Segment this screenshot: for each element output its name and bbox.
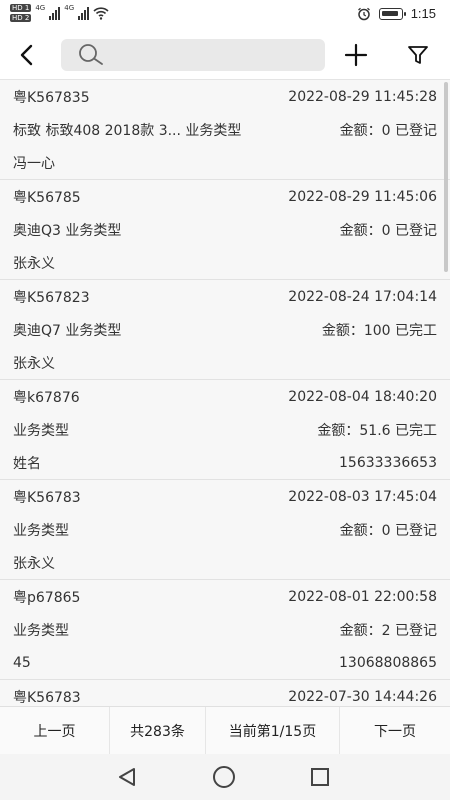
amount-status: 金额：0 已登记	[339, 523, 437, 539]
filter-icon	[408, 46, 428, 64]
list-item[interactable]: 粤p67865 2022-08-01 22:00:58 业务类型 金额：2 已登记 …	[0, 580, 450, 680]
amount-status: 金额：0 已登记	[339, 223, 437, 239]
current-page-indicator: 当前第1/15页	[206, 707, 340, 755]
hd1-badge: HD 1	[10, 4, 32, 12]
status-right: 1:15	[357, 6, 436, 21]
back-arrow-icon	[20, 44, 33, 66]
add-button[interactable]	[340, 39, 372, 71]
scrollbar[interactable]	[444, 82, 448, 272]
wifi-icon	[93, 7, 109, 20]
total-count: 共283条	[110, 707, 206, 755]
vehicle-description: 业务类型	[13, 623, 69, 639]
plate-number: 粤k67876	[13, 390, 80, 406]
record-datetime: 2022-08-29 11:45:06	[288, 189, 437, 205]
customer-name: 姓名	[13, 456, 41, 472]
signal-icon-2	[78, 6, 90, 20]
amount-status: 金额：100 已完工	[321, 323, 437, 339]
next-page-button[interactable]: 下一页	[340, 707, 450, 755]
customer-phone: 13068808865	[339, 655, 437, 671]
amount-status: 金额：51.6 已完工	[317, 423, 437, 439]
nav-recents-icon[interactable]	[311, 768, 329, 786]
plate-number: 粤K56785	[13, 190, 81, 206]
customer-name: 张永义	[13, 356, 55, 372]
search-box[interactable]	[61, 39, 325, 71]
alarm-icon	[357, 7, 370, 20]
list-item[interactable]: 粤K56785 2022-08-29 11:45:06 奥迪Q3 业务类型 金额：0…	[0, 180, 450, 280]
customer-name: 冯一心	[13, 156, 55, 172]
filter-button[interactable]	[402, 39, 434, 71]
vehicle-description: 奥迪Q3 业务类型	[13, 223, 122, 239]
plate-number: 粤K567823	[13, 290, 90, 306]
plate-number: 粤K56783	[13, 690, 81, 706]
top-bar	[0, 30, 450, 80]
prev-page-button[interactable]: 上一页	[0, 707, 110, 755]
record-datetime: 2022-08-24 17:04:14	[288, 289, 437, 305]
list-item[interactable]: 粤K567835 2022-08-29 11:45:28 标致 标致408 201…	[0, 80, 450, 180]
search-icon	[79, 44, 103, 65]
vehicle-description: 业务类型	[13, 423, 69, 439]
plate-number: 粤K567835	[13, 90, 90, 106]
record-datetime: 2022-07-30 14:44:26	[288, 689, 437, 705]
nav-home-icon[interactable]	[213, 766, 235, 788]
search-input[interactable]	[113, 43, 313, 67]
vehicle-description: 标致 标致408 2018款 3... 业务类型	[13, 123, 242, 139]
status-bar: HD 1 HD 2 4G 4G 1:15	[0, 0, 450, 30]
list-item[interactable]: 粤K56783 2022-07-30 14:44:26	[0, 680, 450, 706]
customer-name: 张永义	[13, 256, 55, 272]
list-item[interactable]: 粤K56783 2022-08-03 17:45:04 业务类型 金额：0 已登记 …	[0, 480, 450, 580]
system-nav-bar	[0, 754, 450, 800]
clock-time: 1:15	[410, 6, 436, 21]
pagination-bar: 上一页 共283条 当前第1/15页 下一页	[0, 706, 450, 755]
record-datetime: 2022-08-29 11:45:28	[288, 89, 437, 105]
amount-status: 金额：0 已登记	[339, 123, 437, 139]
signal-icon-1	[49, 6, 61, 20]
list-item[interactable]: 粤k67876 2022-08-04 18:40:20 业务类型 金额：51.6 已…	[0, 380, 450, 480]
vehicle-description: 奥迪Q7 业务类型	[13, 323, 122, 339]
record-datetime: 2022-08-03 17:45:04	[288, 489, 437, 505]
network-label-1: 4G	[35, 4, 46, 12]
plate-number: 粤p67865	[13, 590, 81, 606]
hd-badges: HD 1 HD 2	[10, 4, 32, 22]
battery-icon	[378, 7, 406, 20]
plus-icon	[344, 43, 368, 67]
record-list[interactable]: 粤K567835 2022-08-29 11:45:28 标致 标致408 201…	[0, 80, 450, 706]
record-datetime: 2022-08-01 22:00:58	[288, 589, 437, 605]
vehicle-description: 业务类型	[13, 523, 69, 539]
hd2-badge: HD 2	[10, 14, 32, 22]
network-label-2: 4G	[64, 4, 75, 12]
record-datetime: 2022-08-04 18:40:20	[288, 389, 437, 405]
amount-status: 金额：2 已登记	[339, 623, 437, 639]
back-button[interactable]	[10, 38, 44, 72]
list-item[interactable]: 粤K567823 2022-08-24 17:04:14 奥迪Q7 业务类型 金额：…	[0, 280, 450, 380]
customer-name: 张永义	[13, 556, 55, 572]
signal-indicators: HD 1 HD 2 4G 4G	[10, 4, 109, 22]
plate-number: 粤K56783	[13, 490, 81, 506]
nav-back-icon[interactable]	[116, 766, 138, 788]
customer-phone: 15633336653	[339, 455, 437, 471]
customer-name: 45	[13, 655, 31, 671]
